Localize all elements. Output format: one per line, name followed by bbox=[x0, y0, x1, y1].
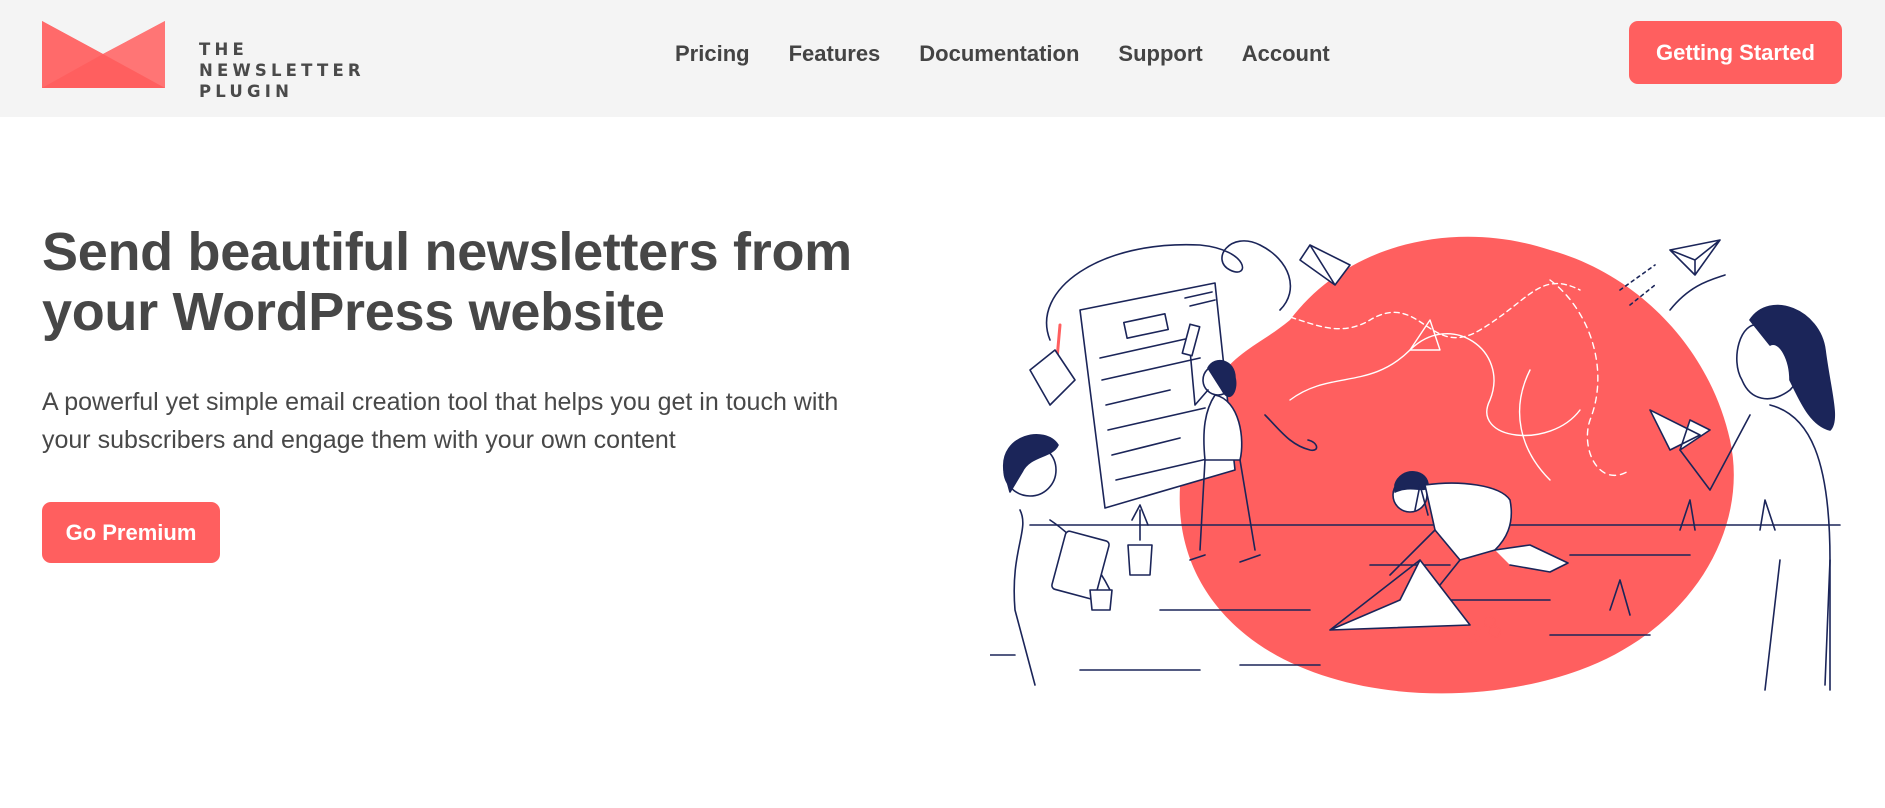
person-with-tablet bbox=[990, 434, 1113, 686]
newsletter-page bbox=[1079, 282, 1236, 509]
hero-subtitle-line1: A powerful yet simple email creation too… bbox=[42, 388, 839, 416]
getting-started-button[interactable]: Getting Started bbox=[1629, 21, 1842, 84]
brand-name-line2: PLUGIN bbox=[199, 82, 294, 101]
team-creating-newsletter-illustration bbox=[990, 236, 1841, 694]
plant bbox=[1131, 504, 1149, 541]
main-nav: Pricing Features Documentation Support A… bbox=[675, 38, 1330, 70]
hero-subtitle-line2: your subscribers and engage them with yo… bbox=[42, 426, 676, 454]
nav-item-account[interactable]: Account bbox=[1242, 41, 1330, 67]
envelope-logo-icon bbox=[42, 21, 165, 88]
brand-name-line1: THE NEWSLETTER bbox=[199, 40, 365, 80]
hero-title: Send beautiful newsletters from your Wor… bbox=[42, 222, 942, 342]
nav-item-documentation[interactable]: Documentation bbox=[919, 41, 1079, 67]
nav-item-features[interactable]: Features bbox=[789, 41, 881, 67]
brand-logo[interactable]: THE NEWSLETTER PLUGIN bbox=[42, 21, 407, 101]
site-header: THE NEWSLETTER PLUGIN Pricing Features D… bbox=[0, 0, 1885, 117]
go-premium-button[interactable]: Go Premium bbox=[42, 502, 220, 563]
nav-item-support[interactable]: Support bbox=[1118, 41, 1202, 67]
hero-subtitle: A powerful yet simple email creation too… bbox=[42, 383, 982, 459]
brand-name: THE NEWSLETTER PLUGIN bbox=[199, 39, 419, 102]
paper-plane-icon bbox=[1669, 239, 1721, 276]
hero-title-line1: Send beautiful newsletters from bbox=[42, 222, 852, 282]
nav-item-pricing[interactable]: Pricing bbox=[675, 41, 750, 67]
hero-title-line2: your WordPress website bbox=[42, 282, 665, 342]
